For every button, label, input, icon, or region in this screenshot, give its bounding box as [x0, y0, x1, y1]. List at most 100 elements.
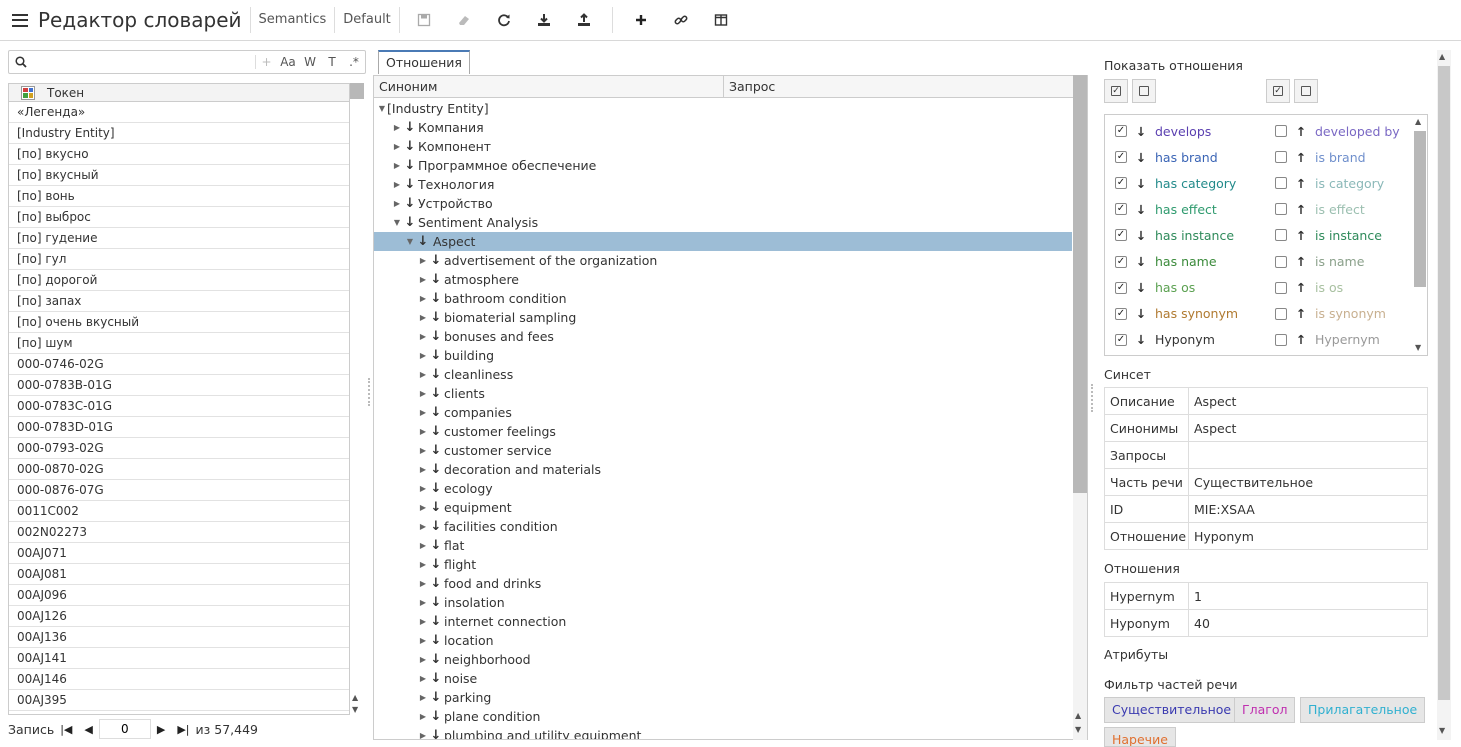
next-page-icon[interactable]: ▶ — [157, 723, 165, 736]
pos-filter-adverb[interactable]: Наречие — [1104, 727, 1176, 747]
tree-node[interactable]: ▶ ↓ atmosphere — [418, 270, 519, 289]
scroll-down-icon[interactable]: ▼ — [1075, 725, 1081, 734]
link-button[interactable] — [661, 5, 701, 35]
tree-node[interactable]: ▶ ↓ plumbing and utility equipment — [418, 726, 641, 739]
last-page-icon[interactable]: ▶| — [177, 723, 189, 736]
search-option-token[interactable]: T — [321, 55, 343, 69]
token-row[interactable]: [по] гул — [9, 249, 349, 270]
token-row[interactable]: 00AJ126 — [9, 606, 349, 627]
relation-backward-checkbox[interactable] — [1275, 281, 1287, 294]
left-splitter-handle[interactable] — [368, 378, 371, 406]
expand-icon[interactable]: ▶ — [392, 118, 402, 137]
expand-icon[interactable]: ▶ — [418, 327, 428, 346]
synonym-column-header[interactable]: Синоним — [374, 76, 724, 97]
token-row[interactable]: «Легенда» — [9, 102, 349, 123]
tree-node[interactable]: ▶ ↓ decoration and materials — [418, 460, 601, 479]
token-scrollbar-thumb[interactable] — [350, 83, 364, 99]
relation-list-scrollbar-thumb[interactable] — [1414, 131, 1426, 287]
search-option-regex[interactable]: .* — [343, 55, 365, 69]
expand-icon[interactable]: ▶ — [418, 289, 428, 308]
expand-icon[interactable]: ▶ — [418, 365, 428, 384]
search-option-match-case[interactable]: Aa — [277, 55, 299, 69]
check-all-backward-button[interactable]: ✓ — [1266, 79, 1290, 103]
token-row[interactable]: 000-0746-02G — [9, 354, 349, 375]
expand-icon[interactable]: ▶ — [418, 574, 428, 593]
tree-node[interactable]: ▶ ↓ neighborhood — [418, 650, 531, 669]
token-row[interactable]: 00AJ071 — [9, 543, 349, 564]
tree-node[interactable]: ▶ ↓ parking — [418, 688, 491, 707]
collapse-icon[interactable]: ▼ — [377, 99, 387, 118]
expand-icon[interactable]: ▶ — [418, 422, 428, 441]
relation-forward-checkbox[interactable]: ✓ — [1115, 307, 1127, 320]
tree-node[interactable]: ▶ ↓ cleanliness — [418, 365, 513, 384]
relation-forward-checkbox[interactable]: ✓ — [1115, 203, 1127, 216]
erase-button[interactable] — [444, 5, 484, 35]
tree-node[interactable]: ▶ ↓ equipment — [418, 498, 512, 517]
legend-icon[interactable] — [21, 85, 35, 100]
expand-icon[interactable]: ▶ — [418, 536, 428, 555]
tree-scrollbar[interactable]: ▲ ▼ — [1073, 75, 1087, 740]
token-row[interactable]: 00AJ425 — [9, 711, 349, 714]
record-input[interactable] — [98, 719, 151, 739]
tree-node[interactable]: ▶ ↓ food and drinks — [418, 574, 541, 593]
relation-forward-checkbox[interactable]: ✓ — [1115, 281, 1127, 294]
tree-node[interactable]: ▶ ↓ Программное обеспечение — [392, 156, 596, 175]
token-row[interactable]: [по] дорогой — [9, 270, 349, 291]
dictionary-selector[interactable]: Semantics — [251, 7, 336, 33]
expand-icon[interactable]: ▶ — [418, 384, 428, 403]
tree-node[interactable]: ▶ ↓ ecology — [418, 479, 493, 498]
details-scrollbar[interactable]: ▲ ▼ — [1437, 50, 1451, 740]
expand-icon[interactable]: ▶ — [418, 612, 428, 631]
token-row[interactable]: [по] выброс — [9, 207, 349, 228]
relation-forward-checkbox[interactable]: ✓ — [1115, 125, 1127, 137]
first-page-icon[interactable]: |◀ — [60, 723, 72, 736]
expand-icon[interactable]: ▶ — [418, 650, 428, 669]
add-button[interactable] — [621, 5, 661, 35]
expand-icon[interactable]: ▶ — [418, 308, 428, 327]
expand-icon[interactable]: ▶ — [418, 669, 428, 688]
token-row[interactable]: [по] вкусно — [9, 144, 349, 165]
tree-node[interactable]: ▶ ↓ Компонент — [392, 137, 491, 156]
expand-icon[interactable]: ▶ — [418, 631, 428, 650]
token-row[interactable]: 00AJ141 — [9, 648, 349, 669]
query-column-header[interactable]: Запрос — [724, 76, 1074, 97]
search-option-whole-word[interactable]: W — [299, 55, 321, 69]
token-row[interactable]: 0011C002 — [9, 501, 349, 522]
relation-backward-checkbox[interactable] — [1275, 203, 1287, 216]
expand-icon[interactable]: ▶ — [418, 517, 428, 536]
search-input[interactable] — [33, 52, 255, 72]
expand-icon[interactable]: ▶ — [392, 137, 402, 156]
right-splitter-handle[interactable] — [1091, 384, 1094, 412]
expand-icon[interactable]: ▶ — [418, 270, 428, 289]
expand-icon[interactable]: ▶ — [392, 194, 402, 213]
expand-icon[interactable]: ▶ — [392, 156, 402, 175]
tree-node[interactable]: ▶ ↓ customer service — [418, 441, 552, 460]
relation-forward-checkbox[interactable]: ✓ — [1115, 255, 1127, 268]
search-option-add[interactable]: + — [255, 55, 277, 69]
pos-filter-noun[interactable]: Существительное — [1104, 697, 1240, 723]
token-row[interactable]: [по] очень вкусный — [9, 312, 349, 333]
tree-node[interactable]: ▼ ↓ Sentiment Analysis — [392, 213, 538, 232]
expand-icon[interactable]: ▶ — [418, 460, 428, 479]
tab-relations[interactable]: Отношения — [378, 50, 470, 74]
token-row[interactable]: 000-0783B-01G — [9, 375, 349, 396]
tree-node[interactable]: ▶ ↓ building — [418, 346, 494, 365]
token-row[interactable]: [по] вонь — [9, 186, 349, 207]
expand-icon[interactable]: ▶ — [418, 555, 428, 574]
pos-filter-adjective[interactable]: Прилагательное — [1300, 697, 1426, 723]
token-row[interactable]: [по] гудение — [9, 228, 349, 249]
expand-icon[interactable]: ▶ — [418, 726, 428, 739]
expand-icon[interactable]: ▶ — [418, 498, 428, 517]
scroll-up-icon[interactable]: ▲ — [352, 693, 358, 702]
tree-node[interactable]: ▶ ↓ noise — [418, 669, 477, 688]
relation-forward-checkbox[interactable]: ✓ — [1115, 229, 1127, 242]
scroll-down-icon[interactable]: ▼ — [352, 705, 358, 714]
token-row[interactable]: 000-0870-02G — [9, 459, 349, 480]
token-row[interactable]: 000-0783C-01G — [9, 396, 349, 417]
tree-node[interactable]: ▶ ↓ Компания — [392, 118, 484, 137]
expand-icon[interactable]: ▶ — [392, 175, 402, 194]
tree-node[interactable]: ▶ ↓ companies — [418, 403, 512, 422]
relation-forward-checkbox[interactable]: ✓ — [1115, 333, 1127, 346]
tree-node[interactable]: ▶ ↓ flat — [418, 536, 465, 555]
tree-node[interactable]: ▶ ↓ flight — [418, 555, 476, 574]
